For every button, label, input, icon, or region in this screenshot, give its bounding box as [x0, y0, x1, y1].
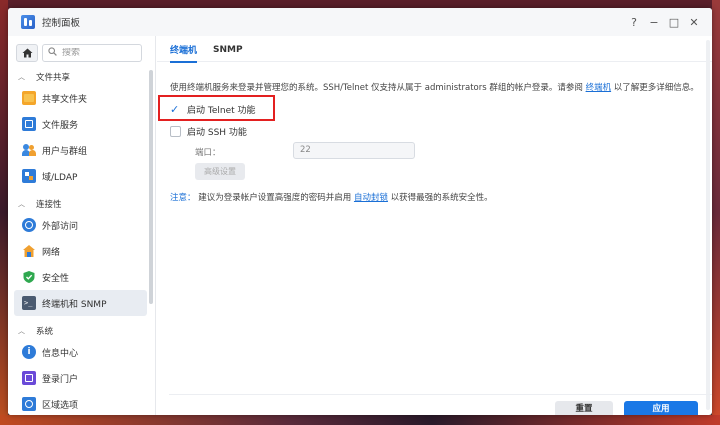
domain-ldap-icon — [22, 169, 36, 183]
chevron-up-icon: ︿ — [18, 72, 25, 81]
title-bar: 控制面板 ? − □ ✕ — [8, 8, 712, 36]
port-label: 端口： — [195, 148, 221, 158]
sidebar: ︿ 文件共享 共享文件夹 文件服务 用户与群组 域/LDAP ︿ 连接性 外部访… — [8, 36, 156, 415]
help-button[interactable]: ? — [624, 16, 644, 29]
group-label: 系统 — [36, 326, 54, 337]
port-input[interactable]: 22 — [293, 142, 415, 159]
sidebar-scrollbar[interactable] — [149, 70, 153, 304]
sidebar-item-network[interactable]: 网络 — [8, 238, 155, 264]
home-icon — [22, 48, 32, 58]
maximize-button[interactable]: □ — [664, 16, 684, 29]
info-icon: i — [22, 345, 36, 359]
sidebar-item-shared-folder[interactable]: 共享文件夹 — [8, 85, 155, 111]
sidebar-item-external-access[interactable]: 外部访问 — [8, 212, 155, 238]
search-icon — [48, 47, 57, 59]
security-note: 注意： 建议为登录帐户设置高强度的密码并启用 自动封锁 以获得最强的系统安全性。 — [170, 191, 493, 203]
close-button[interactable]: ✕ — [684, 16, 704, 29]
note-text: 建议为登录帐户设置高强度的密码并启用 — [198, 193, 352, 203]
sidebar-item-label: 网络 — [42, 247, 61, 258]
tab-terminal[interactable]: 终端机 — [170, 41, 198, 63]
description-suffix: 以了解更多详细信息。 — [613, 83, 699, 93]
search-input[interactable] — [62, 48, 132, 58]
window-title: 控制面板 — [42, 18, 81, 29]
sidebar-search-row — [8, 36, 155, 68]
sidebar-item-label: 共享文件夹 — [42, 94, 88, 105]
sidebar-item-label: 文件服务 — [42, 120, 79, 131]
sidebar-item-domain-ldap[interactable]: 域/LDAP — [8, 163, 155, 189]
control-panel-app-icon — [21, 15, 35, 29]
advanced-settings-button[interactable]: 高级设置 — [195, 163, 245, 180]
ssh-label: 启动 SSH 功能 — [187, 128, 247, 138]
network-icon — [22, 244, 36, 258]
terminal-description: 使用终端机服务来登录并管理您的系统。SSH/Telnet 仅支持从属于 admi… — [170, 81, 699, 93]
shared-folder-icon — [22, 91, 36, 105]
sidebar-item-label: 外部访问 — [42, 221, 79, 232]
main-content: 终端机 SNMP 使用终端机服务来登录并管理您的系统。SSH/Telnet 仅支… — [157, 36, 712, 415]
tab-bar: 终端机 SNMP — [157, 36, 712, 63]
sidebar-item-users-groups[interactable]: 用户与群组 — [8, 137, 155, 163]
sidebar-item-terminal-snmp[interactable]: >_ 终端机和 SNMP — [14, 290, 147, 316]
sidebar-item-label: 安全性 — [42, 273, 70, 284]
group-file-sharing[interactable]: ︿ 文件共享 — [8, 68, 155, 85]
note-label: 注意： — [170, 193, 196, 203]
external-access-icon — [22, 218, 36, 232]
auto-block-link[interactable]: 自动封锁 — [354, 193, 388, 203]
sidebar-item-label: 终端机和 SNMP — [42, 299, 107, 310]
sidebar-item-login-portal[interactable]: 登录门户 — [8, 365, 155, 391]
sidebar-item-info-center[interactable]: i 信息中心 — [8, 339, 155, 365]
sidebar-item-label: 信息中心 — [42, 348, 79, 359]
sidebar-item-label: 域/LDAP — [42, 172, 78, 183]
shield-icon — [22, 270, 36, 284]
ssh-option[interactable]: 启动 SSH 功能 — [170, 125, 247, 138]
reset-button[interactable]: 重置 — [555, 401, 613, 415]
users-groups-icon — [22, 143, 36, 157]
sidebar-item-regional-options[interactable]: 区域选项 — [8, 391, 155, 415]
sidebar-item-security[interactable]: 安全性 — [8, 264, 155, 290]
window-controls: ? − □ ✕ — [624, 8, 704, 36]
group-label: 连接性 — [36, 199, 62, 210]
note-suffix: 以获得最强的系统安全性。 — [390, 193, 493, 203]
group-label: 文件共享 — [36, 72, 71, 83]
telnet-option[interactable]: ✓ 启动 Telnet 功能 — [170, 103, 256, 116]
sidebar-item-label: 区域选项 — [42, 400, 79, 411]
control-panel-window: 控制面板 ? − □ ✕ ︿ 文件共享 共享文件夹 — [8, 8, 712, 415]
chevron-up-icon: ︿ — [18, 199, 25, 208]
file-services-icon — [22, 117, 36, 131]
group-connectivity[interactable]: ︿ 连接性 — [8, 195, 155, 212]
description-text: 使用终端机服务来登录并管理您的系统。SSH/Telnet 仅支持从属于 admi… — [170, 83, 583, 93]
sidebar-item-label: 登录门户 — [42, 374, 79, 385]
minimize-button[interactable]: − — [644, 16, 664, 29]
regional-options-icon — [22, 397, 36, 411]
terminal-icon: >_ — [22, 296, 36, 310]
terminal-help-link[interactable]: 终端机 — [586, 83, 612, 93]
group-system[interactable]: ︿ 系统 — [8, 322, 155, 339]
search-box — [42, 44, 142, 62]
chevron-up-icon: ︿ — [18, 326, 25, 335]
ssh-checkbox[interactable] — [170, 126, 181, 137]
telnet-checkbox-checked[interactable]: ✓ — [170, 104, 181, 115]
sidebar-item-file-services[interactable]: 文件服务 — [8, 111, 155, 137]
telnet-label: 启动 Telnet 功能 — [187, 106, 256, 116]
login-portal-icon — [22, 371, 36, 385]
sidebar-item-label: 用户与群组 — [42, 146, 88, 157]
apply-button[interactable]: 应用 — [624, 401, 698, 415]
tab-snmp[interactable]: SNMP — [213, 43, 243, 55]
content-scrollbar[interactable] — [706, 40, 710, 410]
home-button[interactable] — [16, 44, 38, 62]
